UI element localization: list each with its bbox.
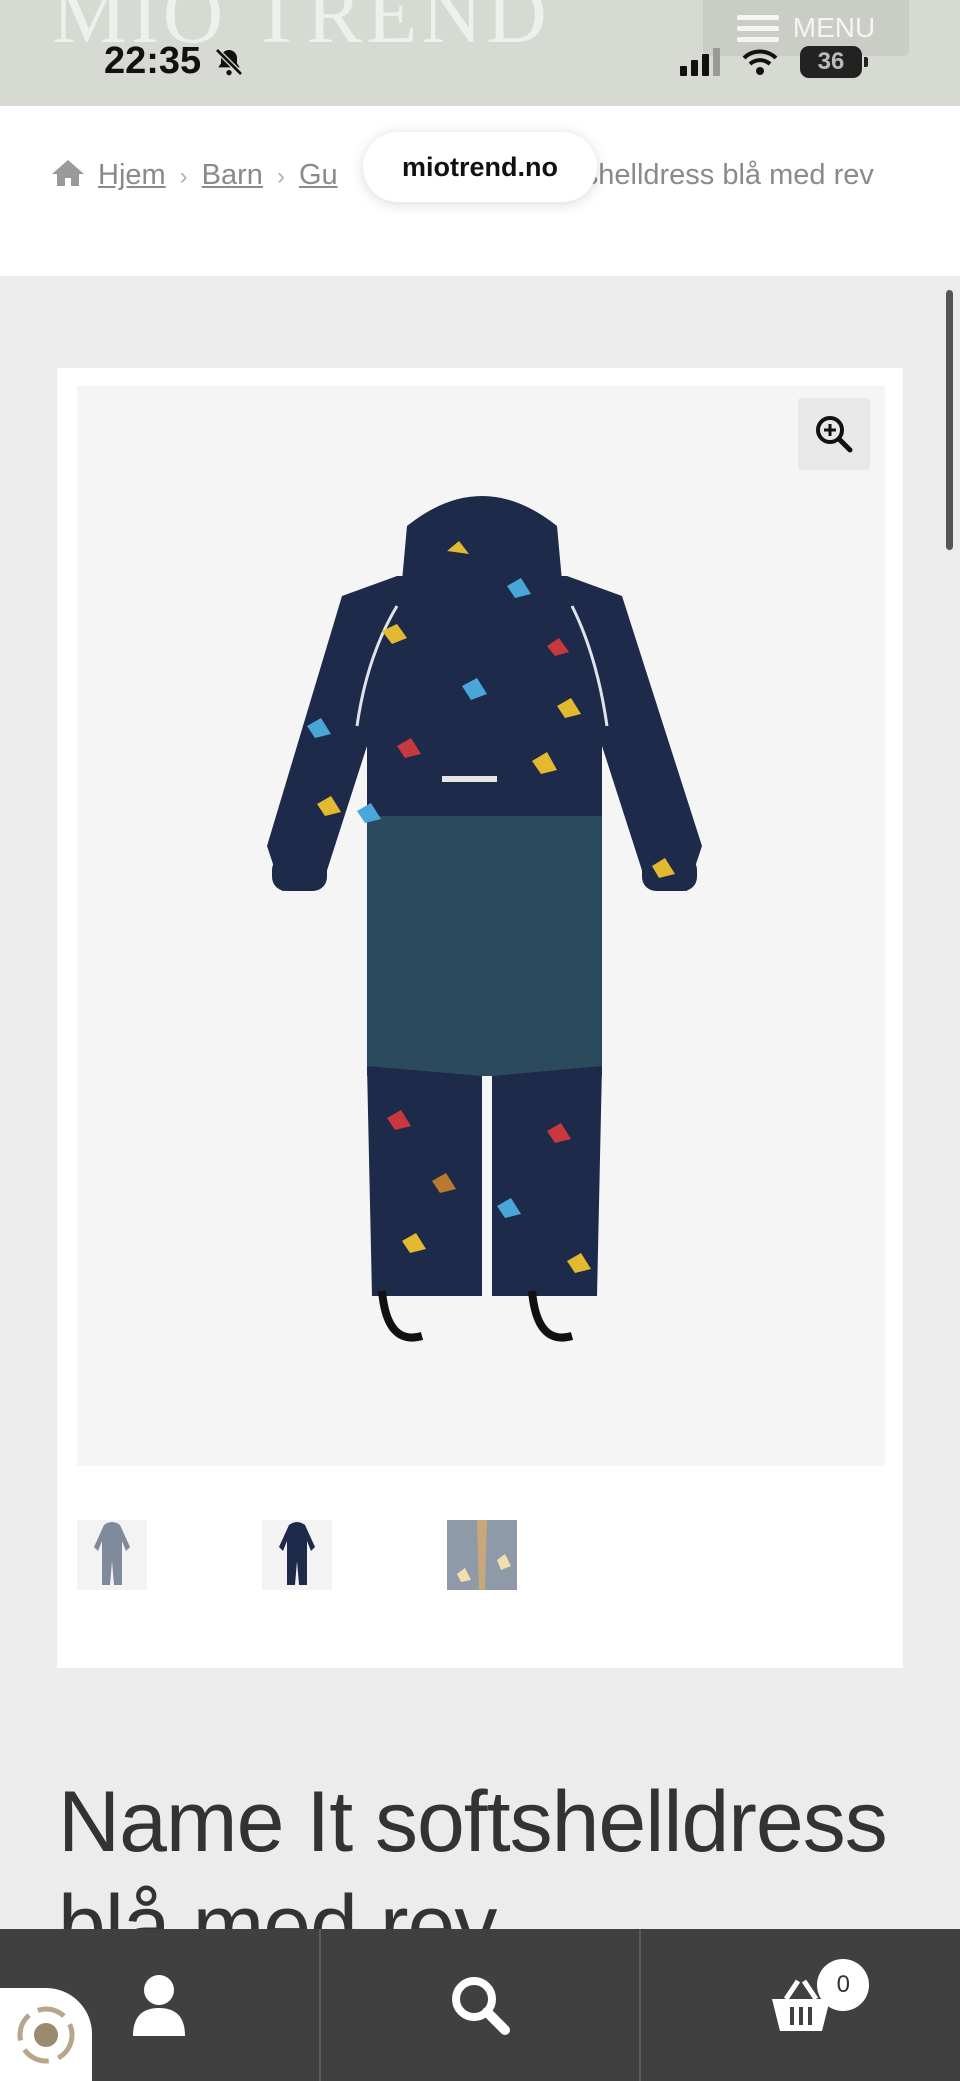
- suit-thumbnail-icon: [94, 1522, 130, 1585]
- clock-text: 22:35: [104, 40, 202, 82]
- cart-count-badge: 0: [817, 1959, 870, 2011]
- hamburger-icon: [736, 14, 779, 42]
- search-button[interactable]: [318, 1929, 640, 2081]
- scrollbar[interactable]: [946, 290, 953, 550]
- browser-url-pill[interactable]: miotrend.no: [363, 132, 597, 202]
- breadcrumb-gutt[interactable]: Gu: [299, 159, 338, 191]
- chevron-right-icon: ›: [179, 163, 188, 190]
- thumbnail-strip: [77, 1520, 517, 1590]
- search-icon: [452, 1977, 510, 2035]
- product-main-image[interactable]: [77, 386, 885, 1466]
- breadcrumb-barn[interactable]: Barn: [202, 159, 263, 191]
- thumbnail-detail[interactable]: [447, 1520, 517, 1590]
- menu-label: MENU: [792, 12, 876, 43]
- fabric-detail-icon: [447, 1520, 517, 1590]
- site-header: MIO TREND MENU 22:35 36: [0, 0, 960, 106]
- breadcrumb-current: ftshelldress blå med rev: [567, 159, 874, 191]
- wifi-icon: [742, 49, 778, 75]
- battery-indicator: 36: [800, 46, 868, 78]
- bell-slash-icon: [215, 47, 244, 76]
- thumbnail-front[interactable]: [77, 1520, 147, 1590]
- widget-icon: [17, 2006, 75, 2063]
- zoom-button[interactable]: [798, 398, 870, 470]
- signal-icon: [680, 48, 720, 76]
- home-icon[interactable]: [50, 158, 86, 188]
- cart-button[interactable]: 0: [639, 1929, 960, 2081]
- product-gallery: [57, 368, 903, 1668]
- floating-widget-button[interactable]: [0, 1988, 92, 2081]
- status-icons: 36: [680, 46, 868, 78]
- status-time: 22:35: [104, 40, 245, 83]
- user-icon: [133, 1975, 186, 2036]
- thumbnail-back[interactable]: [262, 1520, 332, 1590]
- zoom-in-icon: [816, 416, 853, 453]
- chevron-right-icon: ›: [276, 163, 285, 190]
- softshell-suit-image: [267, 496, 702, 1342]
- breadcrumb-home[interactable]: Hjem: [98, 159, 166, 191]
- suit-thumbnail-icon: [279, 1522, 315, 1585]
- bottom-navigation: 0: [0, 1929, 960, 2081]
